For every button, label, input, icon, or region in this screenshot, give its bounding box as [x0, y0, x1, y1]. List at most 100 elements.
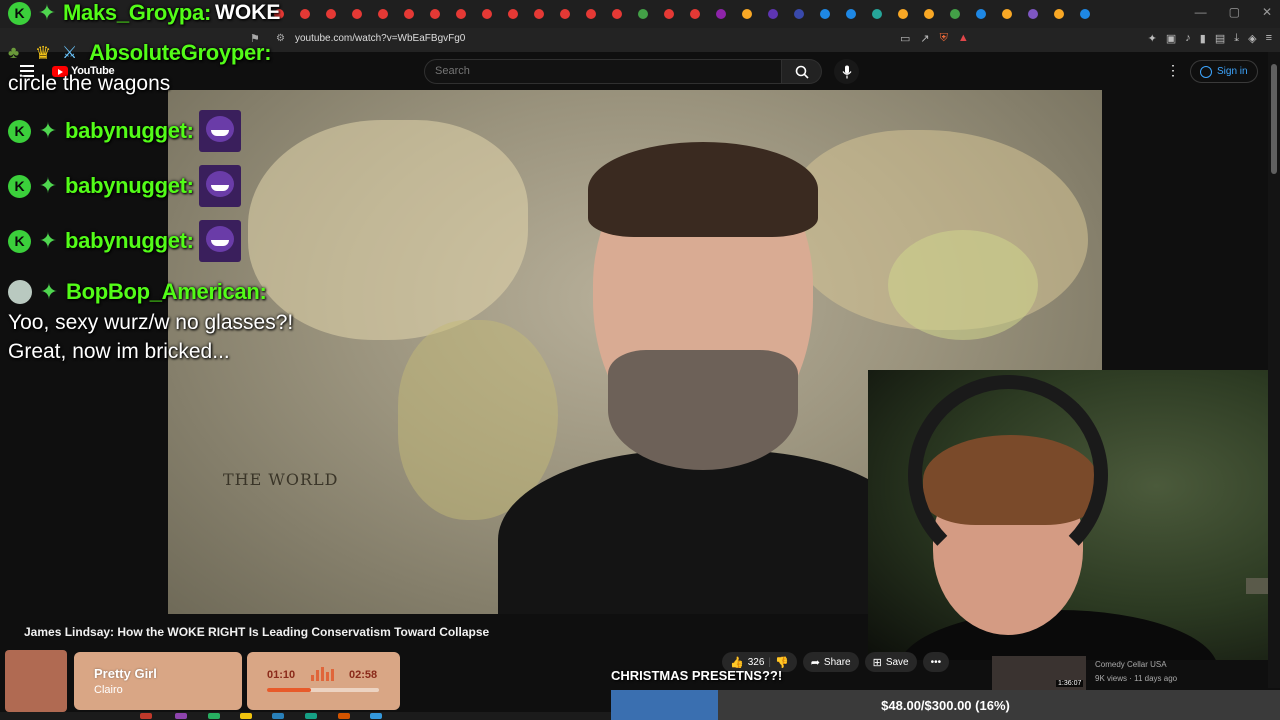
tab-favicon-icon [1002, 9, 1012, 19]
song-title: Pretty Girl [94, 666, 157, 681]
extension-icons: ✦ ▣ ♪ ▮ ▤ ⤓ ◈ ≡ [1148, 32, 1272, 45]
dislike-icon[interactable]: 👎 [775, 656, 789, 669]
browser-tab[interactable] [348, 6, 366, 22]
share-label: Share [823, 656, 851, 668]
browser-tab[interactable] [530, 6, 548, 22]
browser-menu-icon[interactable]: ≡ [1266, 32, 1272, 45]
browser-tab[interactable] [972, 6, 990, 22]
browser-tab[interactable] [478, 6, 496, 22]
tab-favicon-icon [976, 9, 986, 19]
share-button[interactable]: ➦ Share [802, 652, 859, 672]
minimize-icon[interactable]: — [1195, 5, 1207, 19]
tab-favicon-icon [768, 9, 778, 19]
taskbar-app-icon[interactable] [175, 713, 187, 719]
grinning-emote-icon [198, 110, 241, 152]
window-controls: — ▢ ✕ [1195, 5, 1272, 19]
browser-tab[interactable] [322, 6, 340, 22]
share-page-icon[interactable]: ↗ [920, 32, 929, 45]
chat-message-5: ✦ BopBop_American: [8, 279, 267, 305]
recommended-duration: 1:36:07 [1056, 680, 1084, 687]
browser-tab[interactable] [1076, 6, 1094, 22]
tab-favicon-icon [456, 9, 466, 19]
browser-tab[interactable] [400, 6, 418, 22]
browser-tab[interactable] [764, 6, 782, 22]
tab-favicon-icon [716, 9, 726, 19]
warning-icon[interactable]: ▲ [958, 32, 969, 45]
close-icon[interactable]: ✕ [1262, 5, 1272, 19]
browser-tab[interactable] [582, 6, 600, 22]
save-label: Save [885, 656, 909, 668]
tab-favicon-icon [924, 9, 934, 19]
browser-tab[interactable] [504, 6, 522, 22]
search-input[interactable] [425, 60, 781, 82]
taskbar-app-icon[interactable] [140, 713, 152, 719]
tune-icon[interactable]: ⚙ [276, 33, 285, 44]
map-title: THE WORLD [223, 470, 339, 489]
tab-favicon-icon [638, 9, 648, 19]
recommended-meta: 9K views · 11 days ago [1095, 674, 1178, 683]
chat-message-3: K ✦ babynugget: [8, 165, 241, 207]
browser-tab[interactable] [816, 6, 834, 22]
stream-screen: — ▢ ✕ ⚑ ⚙ youtube.com/watch?v=WbEaFBgvFg… [0, 0, 1280, 720]
tab-icon[interactable]: ▣ [1166, 32, 1176, 45]
taskbar-app-icon[interactable] [370, 713, 382, 719]
browser-tab[interactable] [712, 6, 730, 22]
sign-in-button[interactable]: Sign in [1190, 60, 1258, 83]
vpn-icon[interactable]: ◈ [1248, 32, 1256, 45]
like-count: 326 [747, 656, 765, 668]
browser-tab[interactable] [452, 6, 470, 22]
sidebar-icon[interactable]: ▮ [1200, 32, 1206, 45]
save-button[interactable]: ⊞ Save [864, 652, 917, 672]
voice-search-button[interactable] [834, 59, 859, 84]
browser-tab[interactable] [842, 6, 860, 22]
shield-icon[interactable]: ⛨ [940, 32, 948, 45]
url-text[interactable]: youtube.com/watch?v=WbEaFBgvFg0 [295, 33, 465, 44]
browser-tab[interactable] [1024, 6, 1042, 22]
browser-tab[interactable] [426, 6, 444, 22]
cast-icon[interactable]: ▭ [900, 32, 910, 45]
taskbar-app-icon[interactable] [240, 713, 252, 719]
browser-tab[interactable] [920, 6, 938, 22]
search-icon [795, 65, 809, 79]
recommended-channel[interactable]: Comedy Cellar USA [1095, 660, 1167, 669]
browser-tab[interactable] [660, 6, 678, 22]
browser-tab[interactable] [296, 6, 314, 22]
browser-tab[interactable] [738, 6, 756, 22]
browser-tab[interactable] [634, 6, 652, 22]
save-icon: ⊞ [872, 656, 882, 669]
page-scrollbar[interactable] [1268, 52, 1280, 688]
browser-tab[interactable] [894, 6, 912, 22]
browser-tab[interactable] [946, 6, 964, 22]
taskbar-app-icon[interactable] [208, 713, 220, 719]
wallet-icon[interactable]: ▤ [1215, 32, 1225, 45]
more-actions-button[interactable]: ••• [922, 652, 950, 672]
browser-tab[interactable] [1050, 6, 1068, 22]
browser-tab[interactable] [790, 6, 808, 22]
scrollbar-thumb[interactable] [1271, 64, 1277, 174]
maximize-icon[interactable]: ▢ [1229, 5, 1240, 19]
browser-tab[interactable] [998, 6, 1016, 22]
browser-tab[interactable] [686, 6, 704, 22]
browser-tab[interactable] [868, 6, 886, 22]
taskbar-app-icon[interactable] [338, 713, 350, 719]
map-north-america [248, 120, 528, 340]
kick-badge-icon: K [8, 229, 31, 253]
settings-more-icon[interactable]: ⋮ [1166, 62, 1180, 79]
taskbar-app-icon[interactable] [272, 713, 284, 719]
taskbar-app-icon[interactable] [305, 713, 317, 719]
sparkle-badge-icon: ✦ [38, 228, 58, 253]
tab-favicon-icon [820, 9, 830, 19]
search-button[interactable] [782, 59, 822, 84]
tab-favicon-icon [352, 9, 362, 19]
donation-goal-bar: $48.00/$300.00 (16%) [611, 690, 1280, 720]
browser-tab[interactable] [374, 6, 392, 22]
download-icon[interactable]: ⤓ [1234, 32, 1239, 45]
tab-favicon-icon [898, 9, 908, 19]
browser-tab[interactable] [608, 6, 626, 22]
puzzle-icon[interactable]: ✦ [1148, 32, 1157, 45]
kick-badge-icon: K [8, 174, 31, 198]
recommended-video[interactable]: 1:36:07 Comedy Cellar USA 9K views · 11 … [992, 656, 1272, 690]
speaker-beard [608, 350, 798, 470]
browser-tab[interactable] [556, 6, 574, 22]
music-note-icon[interactable]: ♪ [1185, 32, 1191, 45]
